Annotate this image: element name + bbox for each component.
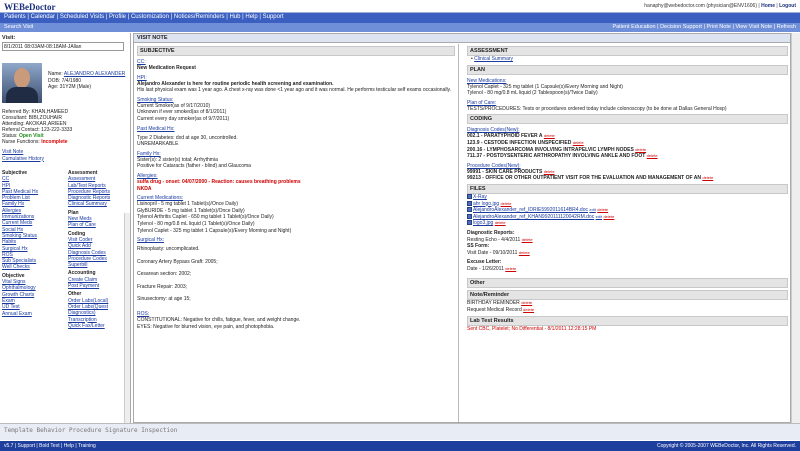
menu-annual-exam[interactable]: Annual Exam <box>2 311 62 317</box>
file-link[interactable]: AlejandroAlexander_ref_KHAN9920111120042… <box>473 214 594 220</box>
note-left-column: SUBJECTIVE CC: New Medication Request HP… <box>134 44 459 422</box>
surgical-hx-link[interactable]: Surgical Hx: <box>137 237 455 243</box>
patient-name[interactable]: ALEJANDRO ALEXANDER <box>64 71 125 77</box>
search-visit-link[interactable]: Search Visit <box>4 24 33 30</box>
view-visit-note-link[interactable]: View Visit Note <box>735 24 772 30</box>
visit-note-header: VISIT NOTE <box>134 34 790 43</box>
folder-icon <box>467 194 472 200</box>
edit-link[interactable]: edit <box>589 207 595 212</box>
delete-link[interactable]: delete <box>603 214 614 219</box>
nav-scheduled-visits[interactable]: Scheduled Visits <box>60 14 104 20</box>
nav-patients[interactable]: Patients <box>4 14 26 20</box>
edit-link[interactable]: edit <box>596 214 602 219</box>
delete-link[interactable]: delete <box>523 307 534 312</box>
menu-post-payment[interactable]: Post Payment <box>68 283 128 289</box>
image-file-icon <box>467 220 472 226</box>
delete-link[interactable]: delete <box>519 250 530 255</box>
delete-link[interactable]: delete <box>495 220 506 225</box>
menu-superbill[interactable]: Superbill <box>68 262 128 268</box>
nav-help[interactable]: Help <box>245 14 257 20</box>
user-email: hanaphy@webedoctor.com (physician@ENV160… <box>644 3 757 9</box>
delete-link[interactable]: delete <box>573 140 584 145</box>
print-note-link[interactable]: Print Note <box>706 24 730 30</box>
referral-info: Referred By: KHAN,HAMEED Consultant: BIB… <box>2 109 73 145</box>
nav-profile[interactable]: Profile <box>109 14 126 20</box>
delete-link[interactable]: delete <box>544 133 555 138</box>
home-link[interactable]: Home <box>761 3 775 9</box>
patient-education-link[interactable]: Patient Education <box>612 24 655 30</box>
clinical-summary-link[interactable]: Clinical Summary <box>474 56 513 62</box>
left-menu-col-2: Assessment Assessment Lab/Test Reports P… <box>68 168 128 329</box>
user-bar: hanaphy@webedoctor.com (physician@ENV160… <box>644 3 796 9</box>
delete-link[interactable]: delete <box>597 207 608 212</box>
lab-result-link[interactable]: Sent CBC, Platelet; No Differential - 8/… <box>467 326 596 332</box>
cumulative-history-link[interactable]: Cumulative History <box>2 156 128 163</box>
delete-link[interactable]: delete <box>635 147 646 152</box>
delete-link[interactable]: delete <box>505 266 516 271</box>
patient-sidebar: Visit: 8/1/2011 08:03AM-08:18AM-JAllan N… <box>0 33 131 423</box>
pmh-link[interactable]: Past Medical Hx: <box>137 126 455 132</box>
file-link[interactable]: AlejandroAlexander_ref_IDRIE5992011614BR… <box>473 207 588 213</box>
delete-link[interactable]: delete <box>501 201 512 206</box>
visit-label: Visit: <box>2 35 16 41</box>
main-nav: Patients | Calendar | Scheduled Visits |… <box>0 13 800 23</box>
nav-calendar[interactable]: Calendar <box>31 14 55 20</box>
file-link[interactable]: X-Ray <box>473 194 487 200</box>
top-bar: WEBeDoctor hanaphy@webedoctor.com (physi… <box>0 0 800 13</box>
sub-bar: Search Visit Patient Education | Decisio… <box>0 23 800 32</box>
visit-note-panel: VISIT NOTE SUBJECTIVE CC: New Medication… <box>133 33 791 423</box>
note-right-column: ASSESSMENT • Clinical Summary PLAN New M… <box>464 44 790 422</box>
nav-hub[interactable]: Hub <box>229 14 240 20</box>
delete-link[interactable]: delete <box>544 169 555 174</box>
file-link[interactable]: ahr logo.jpg <box>473 201 499 207</box>
patient-age: Age: 31Y2M (Male) <box>48 84 92 90</box>
menu-plan-of-care[interactable]: Plan of Care <box>68 222 128 228</box>
delete-link[interactable]: delete <box>522 237 533 242</box>
delete-link[interactable]: delete <box>521 300 532 305</box>
footer: v5.7 | Support | Bold Text | Help | Trai… <box>0 441 800 451</box>
template-toolbar: Template Behavior Procedure Signature In… <box>0 423 800 440</box>
doc-file-icon <box>467 207 472 213</box>
nurse-status: Incomplete <box>41 139 68 145</box>
delete-link[interactable]: delete <box>647 153 658 158</box>
copyright: Copyright © 2005-2007 WEBeDoctor, Inc. A… <box>656 443 796 449</box>
patient-info: Name: ALEJANDRO ALEXANDER DOB: 7/4/1980 … <box>48 71 126 90</box>
menu-order-labs-quest[interactable]: Order Labs(Quest Diagnostics) <box>68 304 128 317</box>
menu-well-checks[interactable]: Well Checks <box>2 264 62 270</box>
image-file-icon <box>467 200 472 206</box>
decision-support-link[interactable]: Decision Support <box>660 24 702 30</box>
logo: WEBeDoctor <box>4 2 56 12</box>
sidebar-scrollbar[interactable] <box>124 213 130 423</box>
footer-links[interactable]: v5.7 | Support | Bold Text | Help | Trai… <box>4 443 96 449</box>
left-menu-col-1: Subjective CC HPI Past Medical Hx Proble… <box>2 168 62 329</box>
doc-file-icon <box>467 213 472 219</box>
visit-select[interactable]: 8/1/2011 08:03AM-08:18AM-JAllan <box>2 42 124 51</box>
delete-link[interactable]: delete <box>702 175 713 180</box>
nav-notices[interactable]: Notices/Reminders <box>174 14 225 20</box>
refresh-link[interactable]: Refresh <box>777 24 796 30</box>
main-scrollbar[interactable] <box>791 33 800 423</box>
patient-photo <box>2 63 42 103</box>
nav-support[interactable]: Support <box>263 14 284 20</box>
file-link[interactable]: logo3.jpg <box>473 220 493 226</box>
nav-customization[interactable]: Customization <box>131 14 169 20</box>
menu-quick-fax[interactable]: Quick Fax/Letter <box>68 323 128 329</box>
logout-link[interactable]: Logout <box>779 3 796 9</box>
menu-clinical-summary[interactable]: Clinical Summary <box>68 201 128 207</box>
